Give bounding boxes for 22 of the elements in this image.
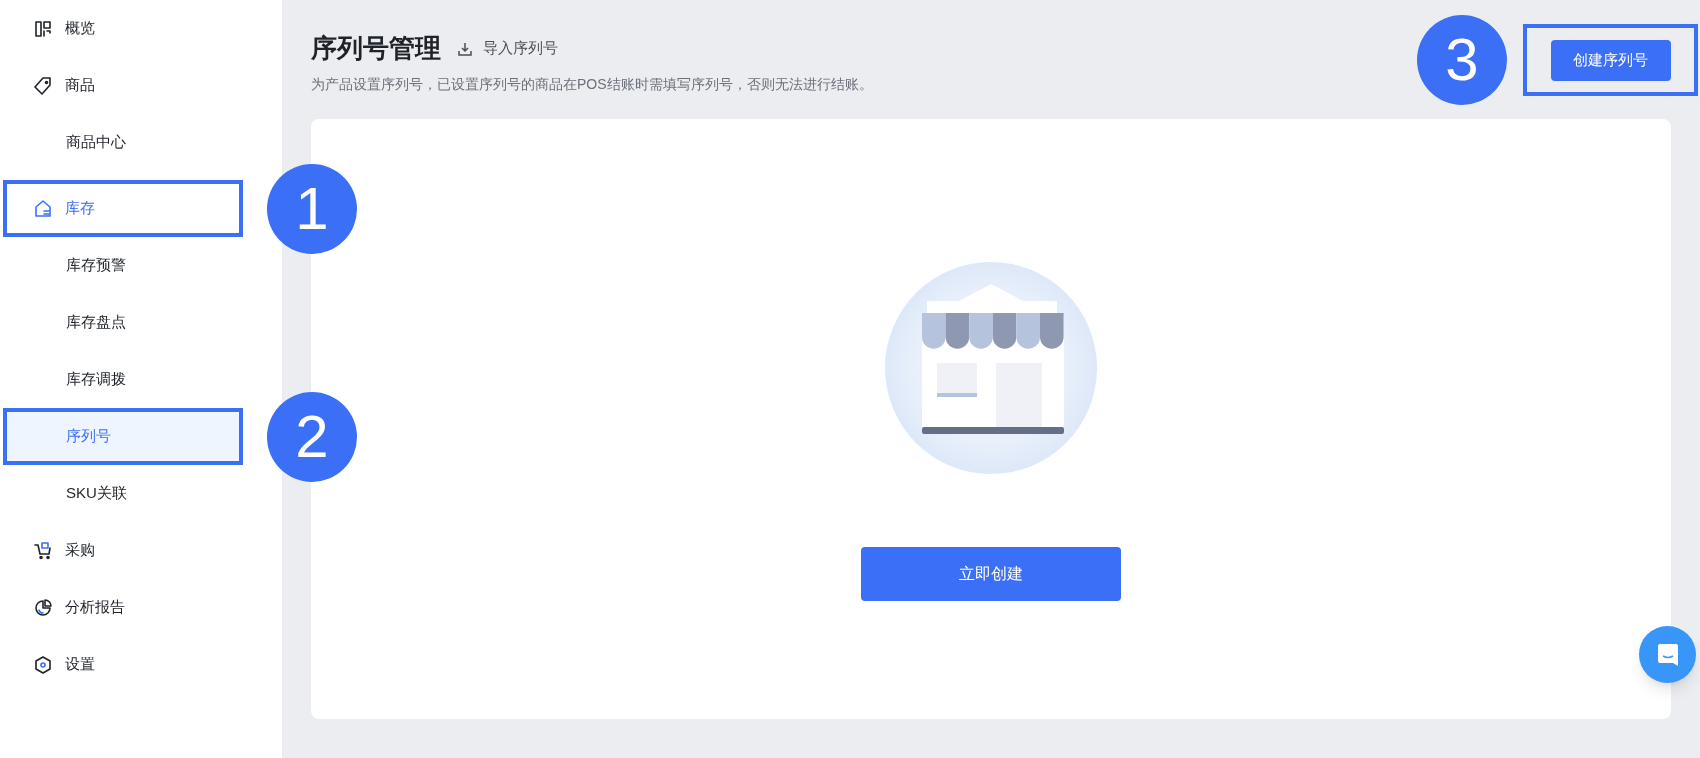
house-icon	[33, 198, 53, 219]
settings-icon	[33, 654, 53, 675]
sidebar-item[interactable]: 概览	[0, 0, 282, 57]
sidebar-item[interactable]: 采购	[0, 522, 282, 579]
sidebar-item[interactable]: 商品	[0, 57, 282, 114]
import-link[interactable]: 导入序列号	[457, 37, 558, 60]
chat-icon	[1655, 641, 1680, 668]
download-icon	[457, 40, 473, 57]
sidebar-item[interactable]: 设置	[0, 636, 282, 693]
pie-chart-icon	[33, 597, 53, 618]
callout-badge: 3	[1417, 15, 1507, 105]
sidebar-item[interactable]: 序列号	[3, 408, 243, 465]
page-description: 为产品设置序列号，已设置序列号的商品在POS结账时需填写序列号，否则无法进行结账。	[311, 75, 873, 94]
sidebar-item[interactable]: 分析报告	[0, 579, 282, 636]
dashboard-icon	[33, 18, 53, 39]
create-button[interactable]: 创建序列号	[1550, 39, 1671, 81]
tag-icon	[33, 75, 53, 96]
sidebar-item[interactable]: 库存	[3, 180, 243, 237]
cart-icon	[33, 540, 53, 561]
create-now-button[interactable]: 立即创建	[861, 547, 1121, 601]
sidebar-item[interactable]: 库存盘点	[0, 294, 282, 351]
page-title: 序列号管理	[311, 32, 441, 65]
